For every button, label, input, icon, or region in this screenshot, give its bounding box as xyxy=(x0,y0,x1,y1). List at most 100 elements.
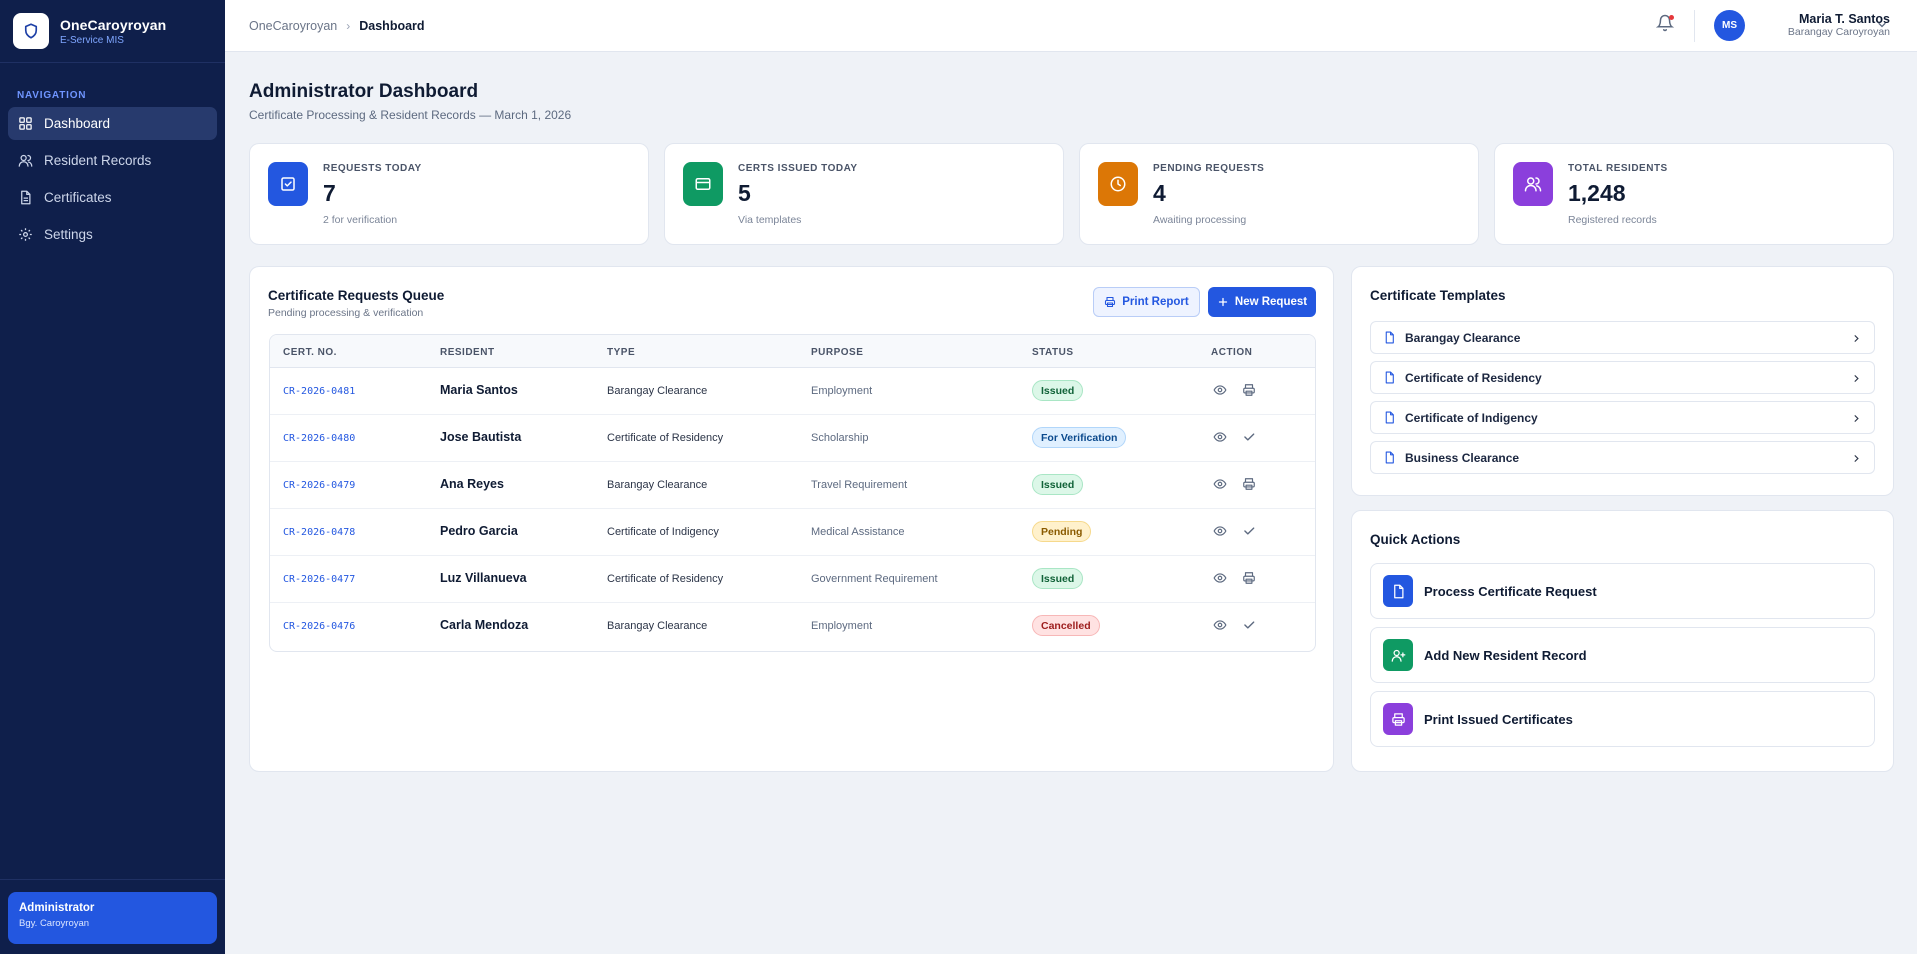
document-icon xyxy=(1383,575,1413,607)
user-icon xyxy=(18,154,33,167)
print-icon[interactable] xyxy=(1242,571,1256,590)
queue-title: Certificate Requests Queue xyxy=(268,288,445,303)
plus-icon xyxy=(1218,297,1228,307)
table-row[interactable]: CR-2026-0476 Carla Mendoza Barangay Cleara… xyxy=(270,603,1315,650)
check-icon[interactable] xyxy=(1242,430,1256,449)
document-icon xyxy=(1383,411,1396,424)
avatar[interactable]: MS xyxy=(1714,10,1745,41)
breadcrumb-root[interactable]: OneCaroyroyan xyxy=(249,19,337,33)
certificate-type: Certificate of Indigency xyxy=(607,526,719,538)
sidebar-item-certificates[interactable]: Certificates xyxy=(8,181,217,214)
check-icon[interactable] xyxy=(1242,524,1256,543)
breadcrumb-current: Dashboard xyxy=(359,18,425,33)
nav-section-label: NAVIGATION xyxy=(17,90,87,101)
sidebar-footer: Administrator Bgy. Caroyroyan xyxy=(0,879,225,954)
users-icon xyxy=(1513,162,1553,206)
template-label: Certificate of Indigency xyxy=(1405,410,1538,425)
view-icon[interactable] xyxy=(1213,383,1227,402)
quick-action-item[interactable]: Add New Resident Record xyxy=(1370,627,1875,683)
sidebar-item-dashboard[interactable]: Dashboard xyxy=(8,107,217,140)
document-icon xyxy=(1383,331,1396,344)
certificate-type: Certificate of Residency xyxy=(607,432,724,444)
brand-subtitle: E-Service MIS xyxy=(60,34,124,46)
table-header: CERT. NO. RESIDENT TYPE PURPOSE STATUS A… xyxy=(270,335,1315,368)
view-icon[interactable] xyxy=(1213,571,1227,590)
checkbox-icon xyxy=(268,162,308,206)
chevron-right-icon xyxy=(1851,373,1862,384)
quick-action-label: Process Certificate Request xyxy=(1424,583,1597,599)
chevron-right-icon: › xyxy=(346,18,351,33)
stat-value: 4 xyxy=(1153,180,1166,206)
quick-action-item[interactable]: Process Certificate Request xyxy=(1370,563,1875,619)
printer-icon xyxy=(1105,296,1116,308)
view-icon[interactable] xyxy=(1213,477,1227,496)
sidebar-item-label: Dashboard xyxy=(44,116,111,131)
table-row[interactable]: CR-2026-0478 Pedro Garcia Certificate of I… xyxy=(270,509,1315,556)
check-icon[interactable] xyxy=(1242,618,1256,637)
sidebar-item-label: Settings xyxy=(44,227,93,242)
resident-name: Ana Reyes xyxy=(440,477,504,491)
page-subtitle: Certificate Processing & Resident Record… xyxy=(249,108,572,122)
view-icon[interactable] xyxy=(1213,618,1227,637)
new-request-button[interactable]: New Request xyxy=(1208,287,1316,317)
table-row[interactable]: CR-2026-0479 Ana Reyes Barangay Clearance T… xyxy=(270,462,1315,509)
brand-name: OneCaroyroyan xyxy=(60,16,167,33)
document-icon xyxy=(1383,371,1396,384)
cert-number[interactable]: CR-2026-0476 xyxy=(283,621,355,632)
table-body: CR-2026-0481 Maria Santos Barangay Clearan… xyxy=(270,368,1315,650)
printer-icon xyxy=(1383,703,1413,735)
notification-button[interactable] xyxy=(1655,14,1676,34)
new-request-label: New Request xyxy=(1234,296,1308,308)
template-label: Business Clearance xyxy=(1405,450,1520,465)
chevron-right-icon xyxy=(1851,413,1862,424)
user-name[interactable]: Maria T. Santos xyxy=(1755,12,1890,26)
status-badge: Issued xyxy=(1032,474,1084,495)
view-icon[interactable] xyxy=(1213,524,1227,543)
requests-queue-card: Certificate Requests Queue Pending proce… xyxy=(249,266,1334,772)
stat-value: 5 xyxy=(738,180,751,206)
sidebar-item-settings[interactable]: Settings xyxy=(8,218,217,251)
column-header: STATUS xyxy=(1032,347,1074,358)
purpose: Employment xyxy=(811,385,873,397)
stat-card-certs-issued: CERTS ISSUED TODAY 5 Via templates xyxy=(664,143,1064,245)
template-item[interactable]: Certificate of Residency xyxy=(1370,361,1875,394)
table-row[interactable]: CR-2026-0481 Maria Santos Barangay Clearan… xyxy=(270,368,1315,415)
sidebar-item-resident-records[interactable]: Resident Records xyxy=(8,144,217,177)
cert-number[interactable]: CR-2026-0480 xyxy=(283,433,355,444)
purpose: Scholarship xyxy=(811,432,869,444)
table-row[interactable]: CR-2026-0480 Jose Bautista Certificate of … xyxy=(270,415,1315,462)
role-card[interactable]: Administrator Bgy. Caroyroyan xyxy=(8,892,217,944)
resident-name: Maria Santos xyxy=(440,383,518,397)
role-title: Administrator xyxy=(19,902,95,914)
cert-number[interactable]: CR-2026-0479 xyxy=(283,480,355,491)
stat-label: TOTAL RESIDENTS xyxy=(1568,163,1668,174)
quick-action-label: Print Issued Certificates xyxy=(1424,711,1573,727)
stat-subtext: 2 for verification xyxy=(323,214,398,226)
certificate-type: Certificate of Residency xyxy=(607,573,724,585)
sidebar-item-label: Certificates xyxy=(44,190,112,205)
template-label: Certificate of Residency xyxy=(1405,370,1542,385)
page-title: Administrator Dashboard xyxy=(249,81,479,102)
brand[interactable]: OneCaroyroyan E-Service MIS xyxy=(0,0,225,63)
print-icon[interactable] xyxy=(1242,477,1256,496)
clock-icon xyxy=(1098,162,1138,206)
cert-number[interactable]: CR-2026-0481 xyxy=(283,386,355,397)
column-header: ACTION xyxy=(1211,347,1253,358)
view-icon[interactable] xyxy=(1213,430,1227,449)
template-item[interactable]: Certificate of Indigency xyxy=(1370,401,1875,434)
cert-number[interactable]: CR-2026-0477 xyxy=(283,574,355,585)
card-icon xyxy=(683,162,723,206)
purpose: Employment xyxy=(811,620,873,632)
quick-action-item[interactable]: Print Issued Certificates xyxy=(1370,691,1875,747)
resident-name: Jose Bautista xyxy=(440,430,522,444)
stat-subtext: Via templates xyxy=(738,214,802,226)
certificate-type: Barangay Clearance xyxy=(607,385,708,397)
template-item[interactable]: Barangay Clearance xyxy=(1370,321,1875,354)
cert-number[interactable]: CR-2026-0478 xyxy=(283,527,355,538)
table-row[interactable]: CR-2026-0477 Luz Villanueva Certificate of… xyxy=(270,556,1315,603)
chevron-down-icon[interactable] xyxy=(1876,19,1888,31)
template-item[interactable]: Business Clearance xyxy=(1370,441,1875,474)
print-icon[interactable] xyxy=(1242,383,1256,402)
print-report-button[interactable]: Print Report xyxy=(1093,287,1200,317)
role-location: Bgy. Caroyroyan xyxy=(19,918,90,929)
